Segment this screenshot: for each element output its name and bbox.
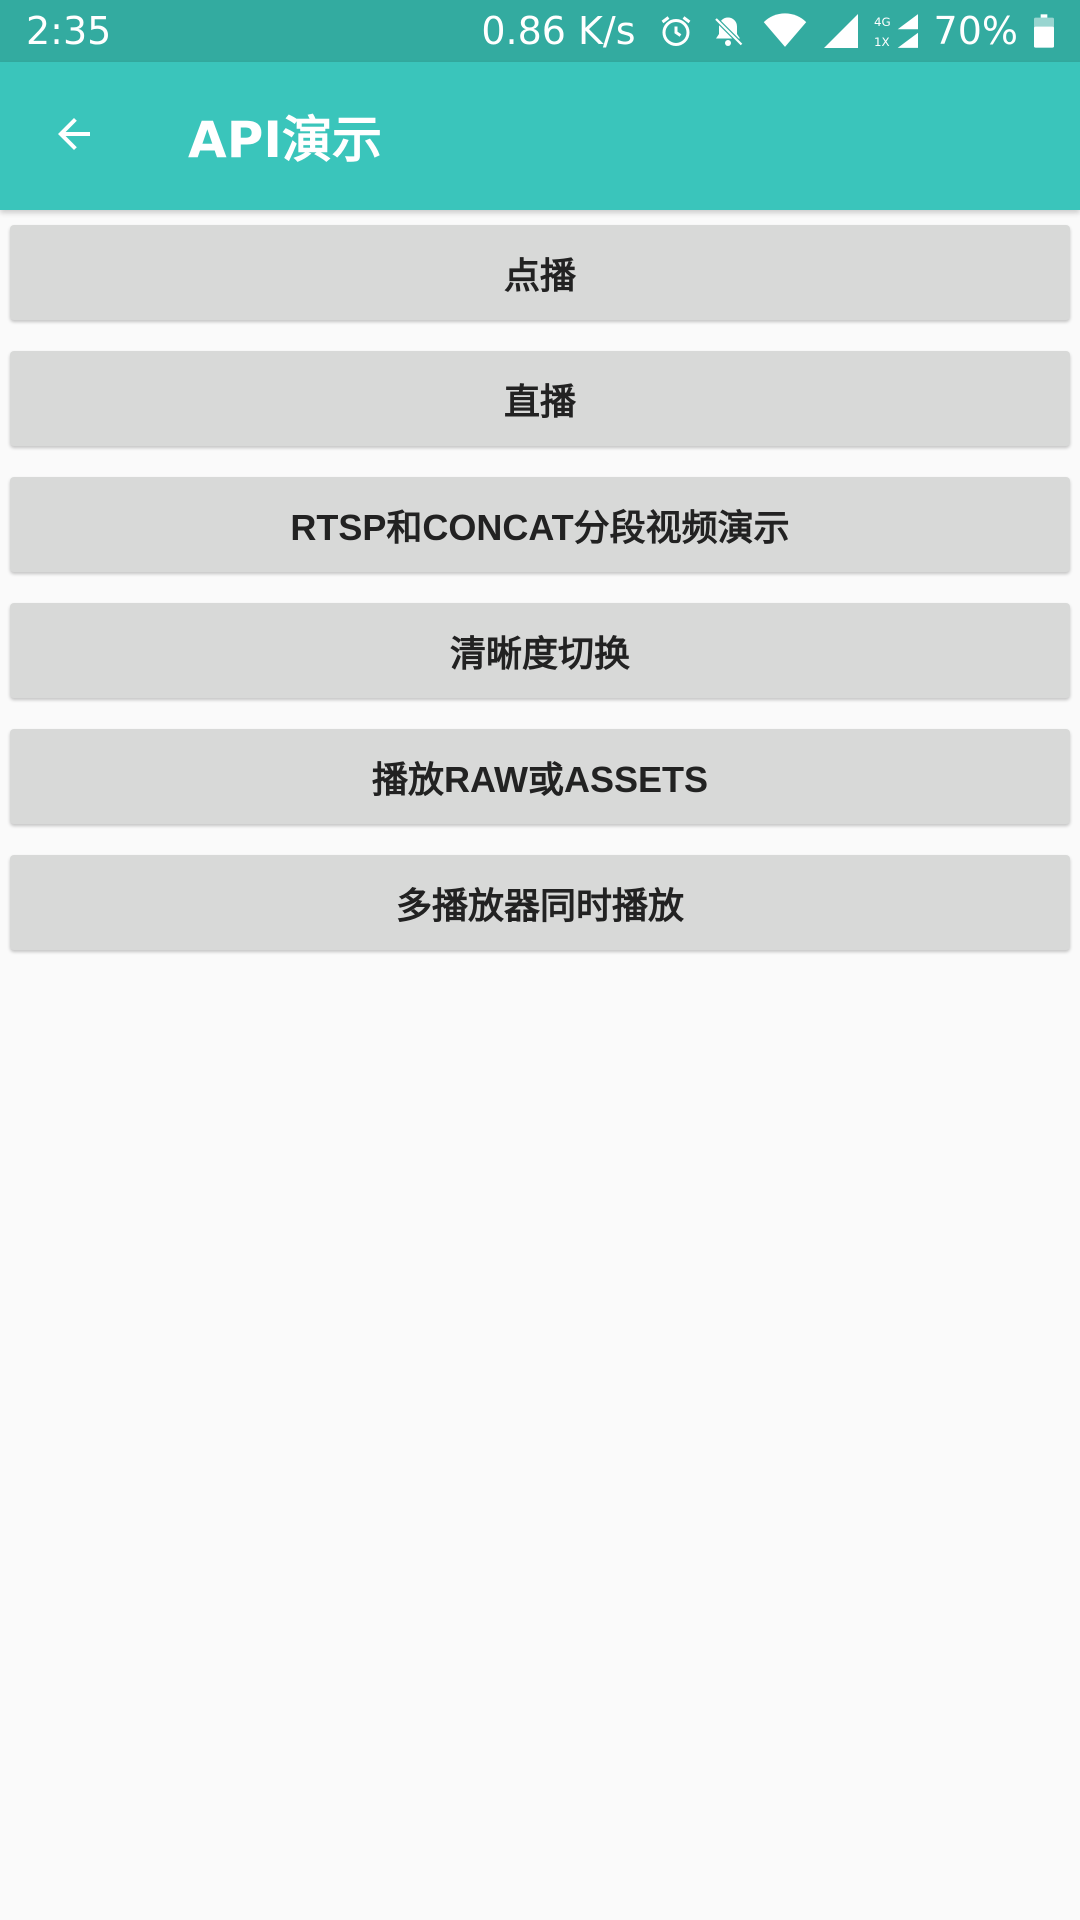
signal-4g-1x-icon: 4G 1X <box>874 12 918 50</box>
status-bar: 2:35 0.86 K/s 4G 1X 70% <box>0 0 1080 62</box>
wifi-icon <box>762 13 808 49</box>
battery-percent: 70% <box>933 9 1018 53</box>
svg-text:1X: 1X <box>874 35 890 49</box>
page-title: API演示 <box>188 111 382 169</box>
back-button[interactable] <box>0 62 148 210</box>
status-time: 2:35 <box>26 9 112 53</box>
arrow-left-icon <box>50 110 98 162</box>
signal-icon <box>823 14 858 48</box>
play-raw-assets-button[interactable]: 播放RAW或ASSETS <box>10 729 1070 824</box>
live-button[interactable]: 直播 <box>10 351 1070 446</box>
alarm-icon <box>658 13 694 49</box>
network-speed: 0.86 K/s <box>481 9 636 53</box>
app-bar: API演示 <box>0 62 1080 210</box>
rtsp-concat-button[interactable]: RTSP和CONCAT分段视频演示 <box>10 477 1070 572</box>
multi-player-button[interactable]: 多播放器同时播放 <box>10 855 1070 950</box>
svg-text:4G: 4G <box>874 15 891 29</box>
battery-icon <box>1034 14 1054 48</box>
status-icons: 0.86 K/s 4G 1X 70% <box>481 9 1054 53</box>
bell-off-icon <box>710 13 746 49</box>
vod-button[interactable]: 点播 <box>10 225 1070 320</box>
quality-switch-button[interactable]: 清晰度切换 <box>10 603 1070 698</box>
